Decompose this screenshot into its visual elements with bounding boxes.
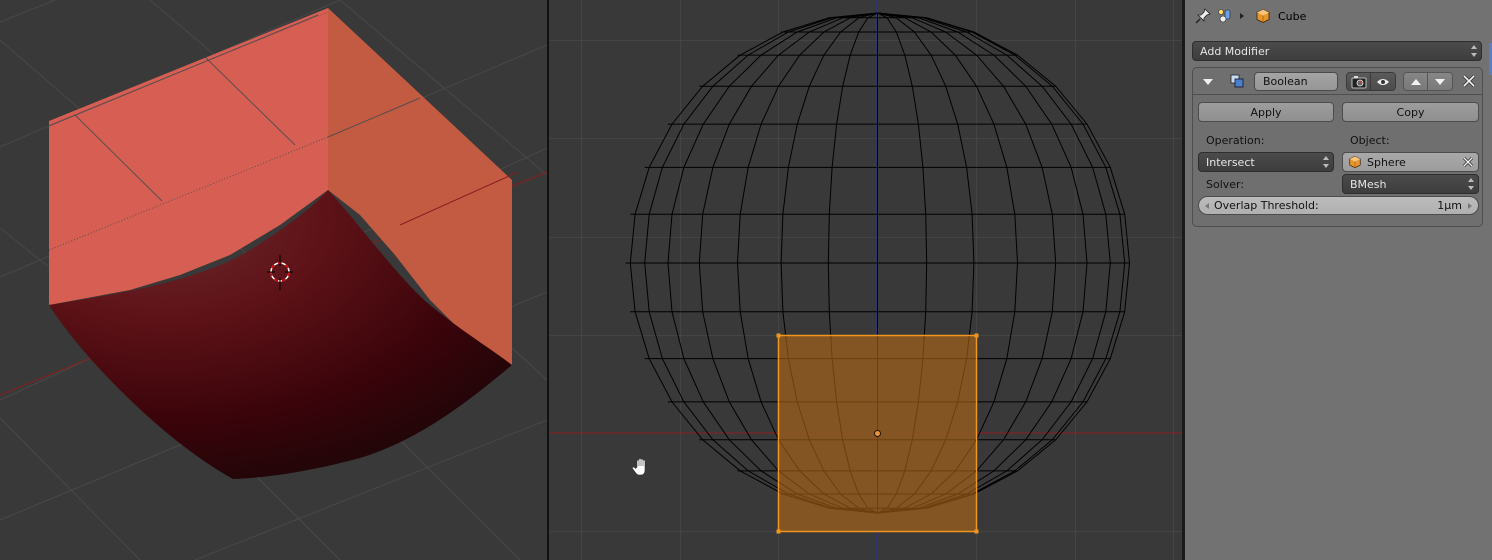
move-down-button[interactable]	[1428, 73, 1452, 90]
render-toggle[interactable]	[1347, 73, 1371, 90]
perspective-scene	[0, 0, 547, 560]
copy-button[interactable]: Copy	[1342, 102, 1479, 122]
threshold-value: 1µm	[1437, 199, 1462, 212]
object-label: Object:	[1350, 134, 1390, 147]
modifier-header: Boolean	[1193, 68, 1482, 95]
pin-icon[interactable]	[1194, 7, 1212, 25]
object-value: Sphere	[1367, 155, 1406, 169]
overlap-threshold-field[interactable]: Overlap Threshold: 1µm	[1198, 196, 1479, 215]
eye-icon	[1377, 78, 1389, 85]
object-cube-icon	[1254, 7, 1272, 25]
operation-value: Intersect	[1206, 155, 1255, 169]
operation-dropdown[interactable]: Intersect	[1198, 152, 1334, 172]
object-origin-dot[interactable]	[874, 430, 881, 437]
solver-dropdown[interactable]: BMesh	[1342, 174, 1479, 194]
collapse-toggle-icon[interactable]	[1203, 79, 1213, 85]
boolean-modifier-icon	[1230, 74, 1244, 88]
viewport-display-toggle[interactable]	[1371, 73, 1395, 90]
arrow-up-icon	[1410, 78, 1421, 85]
reorder-buttons	[1403, 72, 1453, 91]
arrow-down-icon	[1435, 78, 1445, 85]
context-breadcrumb: Cube	[1185, 0, 1485, 32]
solver-label: Solver:	[1206, 178, 1245, 191]
solver-value: BMesh	[1350, 177, 1387, 191]
camera-icon	[1351, 75, 1366, 88]
properties-editor: Cube Add Modifier Boolean Apply Copy Ope…	[1185, 0, 1492, 560]
updown-arrows-icon	[1471, 45, 1477, 57]
updown-arrows-icon	[1323, 156, 1329, 168]
apply-button[interactable]: Apply	[1198, 102, 1334, 122]
operation-label: Operation:	[1206, 134, 1265, 147]
vertex	[776, 333, 781, 338]
breadcrumb-separator-icon	[1240, 13, 1244, 19]
object-field[interactable]: Sphere	[1342, 152, 1479, 172]
vertex	[974, 529, 979, 534]
scene-data-icon	[1216, 7, 1234, 25]
hand-cursor-icon	[632, 458, 646, 476]
add-modifier-label: Add Modifier	[1200, 44, 1270, 58]
visibility-toggles	[1346, 72, 1396, 91]
viewport-3d-perspective[interactable]	[0, 0, 547, 560]
threshold-label: Overlap Threshold:	[1214, 199, 1319, 212]
object-name: Cube	[1278, 9, 1307, 23]
increment-arrow-icon[interactable]	[1468, 202, 1472, 209]
object-cube-icon	[1349, 155, 1361, 169]
boolean-modifier-panel: Boolean Apply Copy Operation: Object: In…	[1192, 67, 1483, 227]
move-up-button[interactable]	[1404, 73, 1428, 90]
add-modifier-dropdown[interactable]: Add Modifier	[1192, 41, 1482, 61]
close-icon[interactable]	[1461, 73, 1477, 89]
clear-x-icon[interactable]	[1462, 156, 1474, 168]
vertex	[776, 529, 781, 534]
updown-arrows-icon	[1468, 178, 1474, 190]
vertex	[974, 333, 979, 338]
modifier-name-field[interactable]: Boolean	[1254, 72, 1338, 91]
